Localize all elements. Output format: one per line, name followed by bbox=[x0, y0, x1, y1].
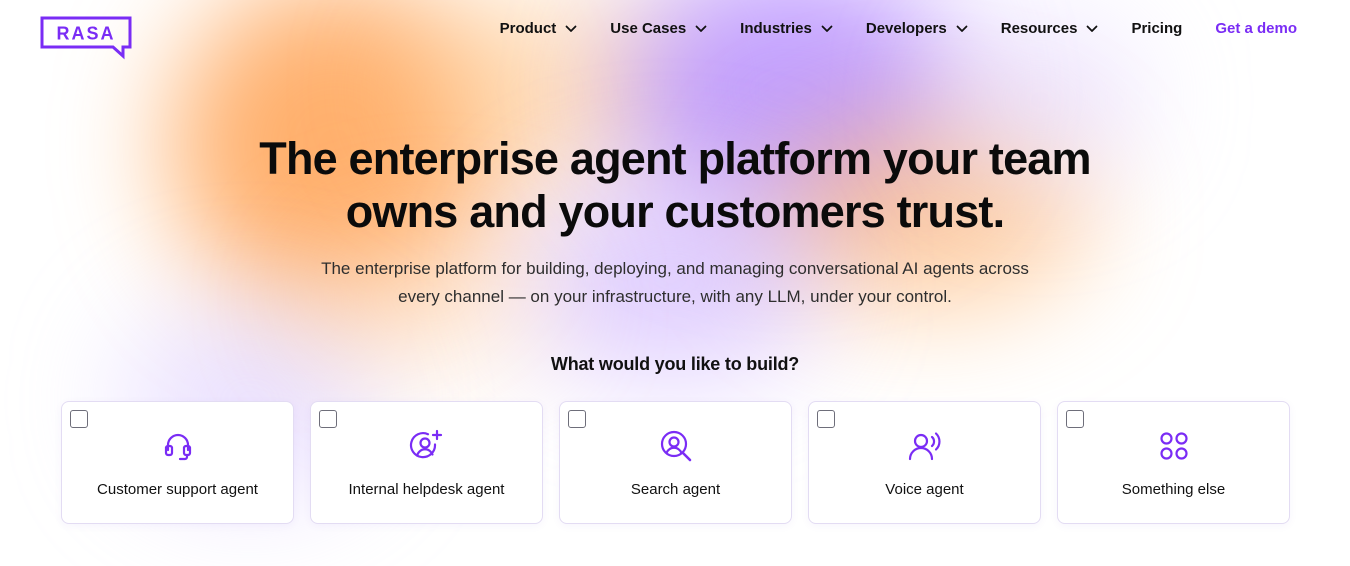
option-card-something-else[interactable]: Something else bbox=[1057, 401, 1290, 524]
build-options: Customer support agent Internal helpdesk… bbox=[61, 401, 1290, 524]
hero-subheading-line-1: The enterprise platform for building, de… bbox=[321, 259, 1029, 278]
nav-use-cases[interactable]: Use Cases bbox=[610, 20, 707, 37]
headset-icon bbox=[164, 433, 191, 461]
option-card-voice[interactable]: Voice agent bbox=[808, 401, 1041, 524]
nav-product-label: Product bbox=[499, 20, 557, 37]
option-card-customer-support[interactable]: Customer support agent bbox=[61, 401, 294, 524]
voice-user-icon bbox=[908, 432, 940, 461]
option-label: Voice agent bbox=[885, 481, 964, 498]
build-question: What would you like to build? bbox=[550, 354, 800, 374]
svg-text:RASA: RASA bbox=[56, 24, 115, 44]
rasa-logo-icon: RASA bbox=[40, 16, 132, 60]
nav-developers[interactable]: Developers bbox=[866, 20, 968, 37]
option-checkbox[interactable] bbox=[1066, 410, 1084, 428]
hero-section: The enterprise agent platform your team … bbox=[0, 132, 1350, 311]
hero-headline: The enterprise agent platform your team … bbox=[0, 132, 1350, 238]
hero-headline-line-1: The enterprise agent platform your team bbox=[259, 133, 1091, 184]
hero-headline-line-2: owns and your customers trust. bbox=[345, 186, 1005, 237]
hero-subheading-line-2: every channel — on your infrastructure, … bbox=[398, 287, 952, 306]
option-checkbox[interactable] bbox=[817, 410, 835, 428]
nav-use-cases-label: Use Cases bbox=[610, 20, 687, 37]
nav-developers-label: Developers bbox=[865, 20, 947, 37]
hero-subheading: The enterprise platform for building, de… bbox=[285, 255, 1065, 311]
nav-product[interactable]: Product bbox=[500, 20, 578, 37]
option-checkbox[interactable] bbox=[568, 410, 586, 428]
option-checkbox[interactable] bbox=[70, 410, 88, 428]
option-card-internal-helpdesk[interactable]: Internal helpdesk agent bbox=[310, 401, 543, 524]
option-checkbox[interactable] bbox=[319, 410, 337, 428]
option-label: Search agent bbox=[630, 481, 721, 498]
option-label: Customer support agent bbox=[97, 481, 258, 498]
nav-industries-label: Industries bbox=[740, 20, 812, 37]
nav-resources-label: Resources bbox=[1000, 20, 1078, 37]
get-a-demo-link[interactable]: Get a demo bbox=[1215, 20, 1297, 37]
nav-pricing-label: Pricing bbox=[1131, 20, 1183, 37]
option-card-search[interactable]: Search agent bbox=[559, 401, 792, 524]
nav-pricing[interactable]: Pricing bbox=[1131, 20, 1182, 37]
nav-resources[interactable]: Resources bbox=[1001, 20, 1099, 37]
user-plus-icon bbox=[409, 429, 442, 459]
four-circles-icon bbox=[1159, 432, 1188, 460]
top-navigation: RASA Product Use Cases Industries Develo… bbox=[0, 0, 1350, 64]
nav-industries[interactable]: Industries bbox=[740, 20, 833, 37]
chevron-down-icon bbox=[565, 25, 577, 32]
chevron-down-icon bbox=[695, 25, 707, 32]
user-search-icon bbox=[660, 430, 691, 462]
option-label: Something else bbox=[1121, 481, 1226, 498]
main-menu: Product Use Cases Industries Developers … bbox=[500, 20, 1297, 37]
rasa-logo[interactable]: RASA bbox=[40, 16, 132, 60]
chevron-down-icon bbox=[821, 25, 833, 32]
chevron-down-icon bbox=[956, 25, 968, 32]
option-label: Internal helpdesk agent bbox=[348, 481, 505, 498]
chevron-down-icon bbox=[1087, 25, 1098, 32]
